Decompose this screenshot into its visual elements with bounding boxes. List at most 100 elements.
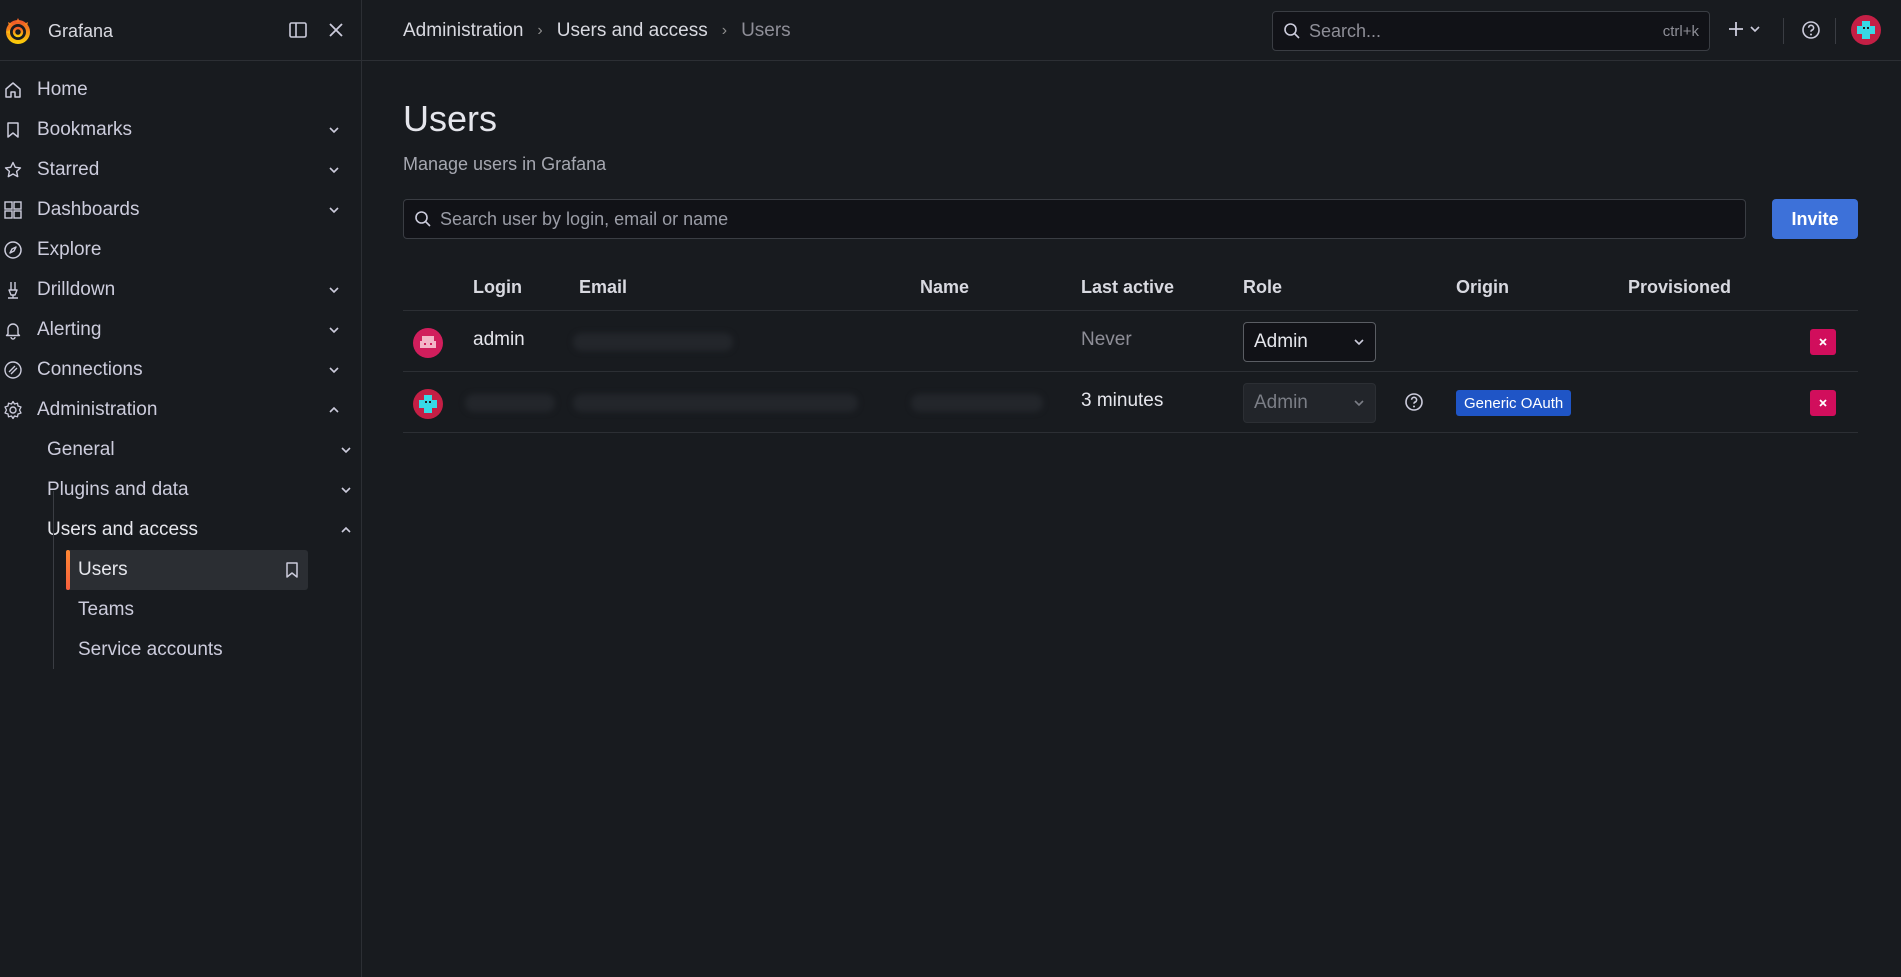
chevron-down-icon[interactable] [327, 163, 341, 177]
close-menu-icon[interactable] [326, 20, 346, 40]
user-login[interactable]: admin [473, 329, 525, 351]
delete-user-button[interactable] [1810, 390, 1836, 416]
global-search[interactable]: Search... ctrl+k [1272, 11, 1710, 51]
toolbar-divider [1835, 18, 1836, 44]
sidebar: Home Bookmarks Starred Dashboards Explor… [0, 62, 361, 977]
breadcrumb-users: Users [741, 20, 791, 41]
submenu-guide-line [53, 491, 54, 669]
chevron-down-icon[interactable] [339, 443, 353, 457]
redacted-email [573, 333, 733, 351]
sidebar-item-label: Users [78, 559, 128, 580]
compass-icon [2, 239, 24, 261]
sidebar-item-label: Bookmarks [37, 119, 133, 140]
sidebar-item-label: Home [37, 79, 88, 100]
sidebar-item-connections[interactable]: Connections [0, 350, 361, 390]
sidebar-item-starred[interactable]: Starred [0, 150, 361, 190]
chevron-down-icon[interactable] [327, 363, 341, 377]
sidebar-item-label: Users and access [47, 519, 199, 540]
user-search-input[interactable] [440, 208, 1735, 230]
column-header-login[interactable]: Login [473, 277, 522, 298]
column-header-origin: Origin [1456, 277, 1509, 297]
dock-menu-icon[interactable] [288, 20, 308, 40]
sidebar-item-administration[interactable]: Administration [0, 390, 361, 430]
sidebar-item-label: Dashboards [37, 199, 140, 220]
chevron-down-icon[interactable] [327, 123, 341, 137]
sidebar-item-plugins-and-data[interactable]: Plugins and data [47, 470, 351, 510]
help-icon[interactable] [1801, 20, 1821, 40]
invite-button[interactable]: Invite [1772, 199, 1858, 239]
star-icon [2, 159, 24, 181]
home-icon [2, 79, 24, 101]
breadcrumb-users-and-access[interactable]: Users and access [557, 20, 708, 42]
column-header-name[interactable]: Name [920, 277, 969, 298]
breadcrumb-separator-icon: › [721, 22, 728, 39]
sidebar-item-label: General [47, 439, 115, 460]
delete-user-button[interactable] [1810, 329, 1836, 355]
chevron-down-icon[interactable] [327, 283, 341, 297]
column-header-email[interactable]: Email [579, 277, 627, 298]
role-select: Admin [1243, 383, 1376, 423]
sidebar-item-dashboards[interactable]: Dashboards [0, 190, 361, 230]
column-header-last-active[interactable]: Last active [1081, 277, 1174, 298]
breadcrumb-separator-icon: › [537, 22, 543, 39]
toolbar-divider [1783, 18, 1784, 44]
chevron-down-icon[interactable] [327, 203, 341, 217]
drilldown-icon [2, 279, 24, 301]
sidebar-item-label: Administration [37, 399, 158, 420]
close-icon [1817, 397, 1829, 409]
avatar [413, 389, 443, 419]
profile-avatar[interactable] [1851, 15, 1881, 45]
user-last-active: Never [1081, 329, 1132, 350]
brand-title: Grafana [48, 20, 114, 41]
dashboards-icon [2, 199, 24, 221]
sidebar-item-label: Alerting [37, 319, 102, 340]
sidebar-item-label: Service accounts [78, 639, 223, 660]
page-subtitle: Manage users in Grafana [403, 154, 607, 174]
search-icon [414, 210, 432, 228]
chevron-down-icon [1353, 397, 1365, 409]
table-row[interactable]: 3 minutes Admin Generic OAuth [403, 372, 1858, 433]
sidebar-item-alerting[interactable]: Alerting [0, 310, 361, 350]
bookmark-icon[interactable] [284, 561, 300, 579]
sidebar-item-users-and-access[interactable]: Users and access [47, 510, 351, 550]
sidebar-item-users[interactable]: Users [66, 550, 308, 590]
column-header-provisioned: Provisioned [1628, 277, 1732, 297]
sidebar-item-bookmarks[interactable]: Bookmarks [0, 110, 361, 150]
gear-icon [2, 399, 24, 421]
redacted-email [573, 394, 858, 412]
sidebar-item-home[interactable]: Home [0, 70, 361, 110]
sidebar-item-teams[interactable]: Teams [66, 590, 308, 630]
chevron-down-icon[interactable] [339, 483, 353, 497]
chevron-down-icon [1353, 336, 1365, 348]
breadcrumb-administration[interactable]: Administration [403, 20, 523, 42]
global-search-placeholder: Search... [1309, 20, 1382, 41]
role-select[interactable]: Admin [1243, 322, 1376, 362]
table-row[interactable]: admin Never Admin [403, 311, 1858, 372]
sidebar-item-label: Starred [37, 159, 100, 180]
new-menu-button[interactable] [1727, 20, 1761, 38]
search-shortcut: ctrl+k [1662, 22, 1699, 40]
sidebar-item-service-accounts[interactable]: Service accounts [66, 630, 308, 670]
search-icon [1283, 22, 1301, 40]
avatar [413, 328, 443, 358]
sidebar-item-explore[interactable]: Explore [0, 230, 361, 270]
breadcrumb: Administration › Users and access › User… [403, 20, 791, 42]
role-select-value: Admin [1254, 331, 1308, 352]
help-icon[interactable] [1404, 392, 1424, 412]
role-select-value: Admin [1254, 392, 1308, 413]
sidebar-item-drilldown[interactable]: Drilldown [0, 270, 361, 310]
page-title: Users [403, 98, 498, 139]
sidebar-item-label: Explore [37, 239, 102, 260]
sidebar-item-label: Plugins and data [47, 479, 189, 500]
user-search-field[interactable] [403, 199, 1746, 239]
chevron-up-icon[interactable] [339, 523, 353, 537]
redacted-login [465, 394, 555, 412]
brand[interactable]: Grafana [4, 16, 113, 46]
chevron-up-icon[interactable] [327, 403, 341, 417]
users-table-header: Login Email Name Last active Role Origin… [403, 271, 1858, 311]
sidebar-item-general[interactable]: General [47, 430, 351, 470]
top-bar: Grafana Administration › Users and acces… [0, 0, 1901, 61]
chevron-down-icon[interactable] [327, 323, 341, 337]
grafana-logo-icon [4, 16, 32, 46]
sidebar-item-label: Drilldown [37, 279, 116, 300]
